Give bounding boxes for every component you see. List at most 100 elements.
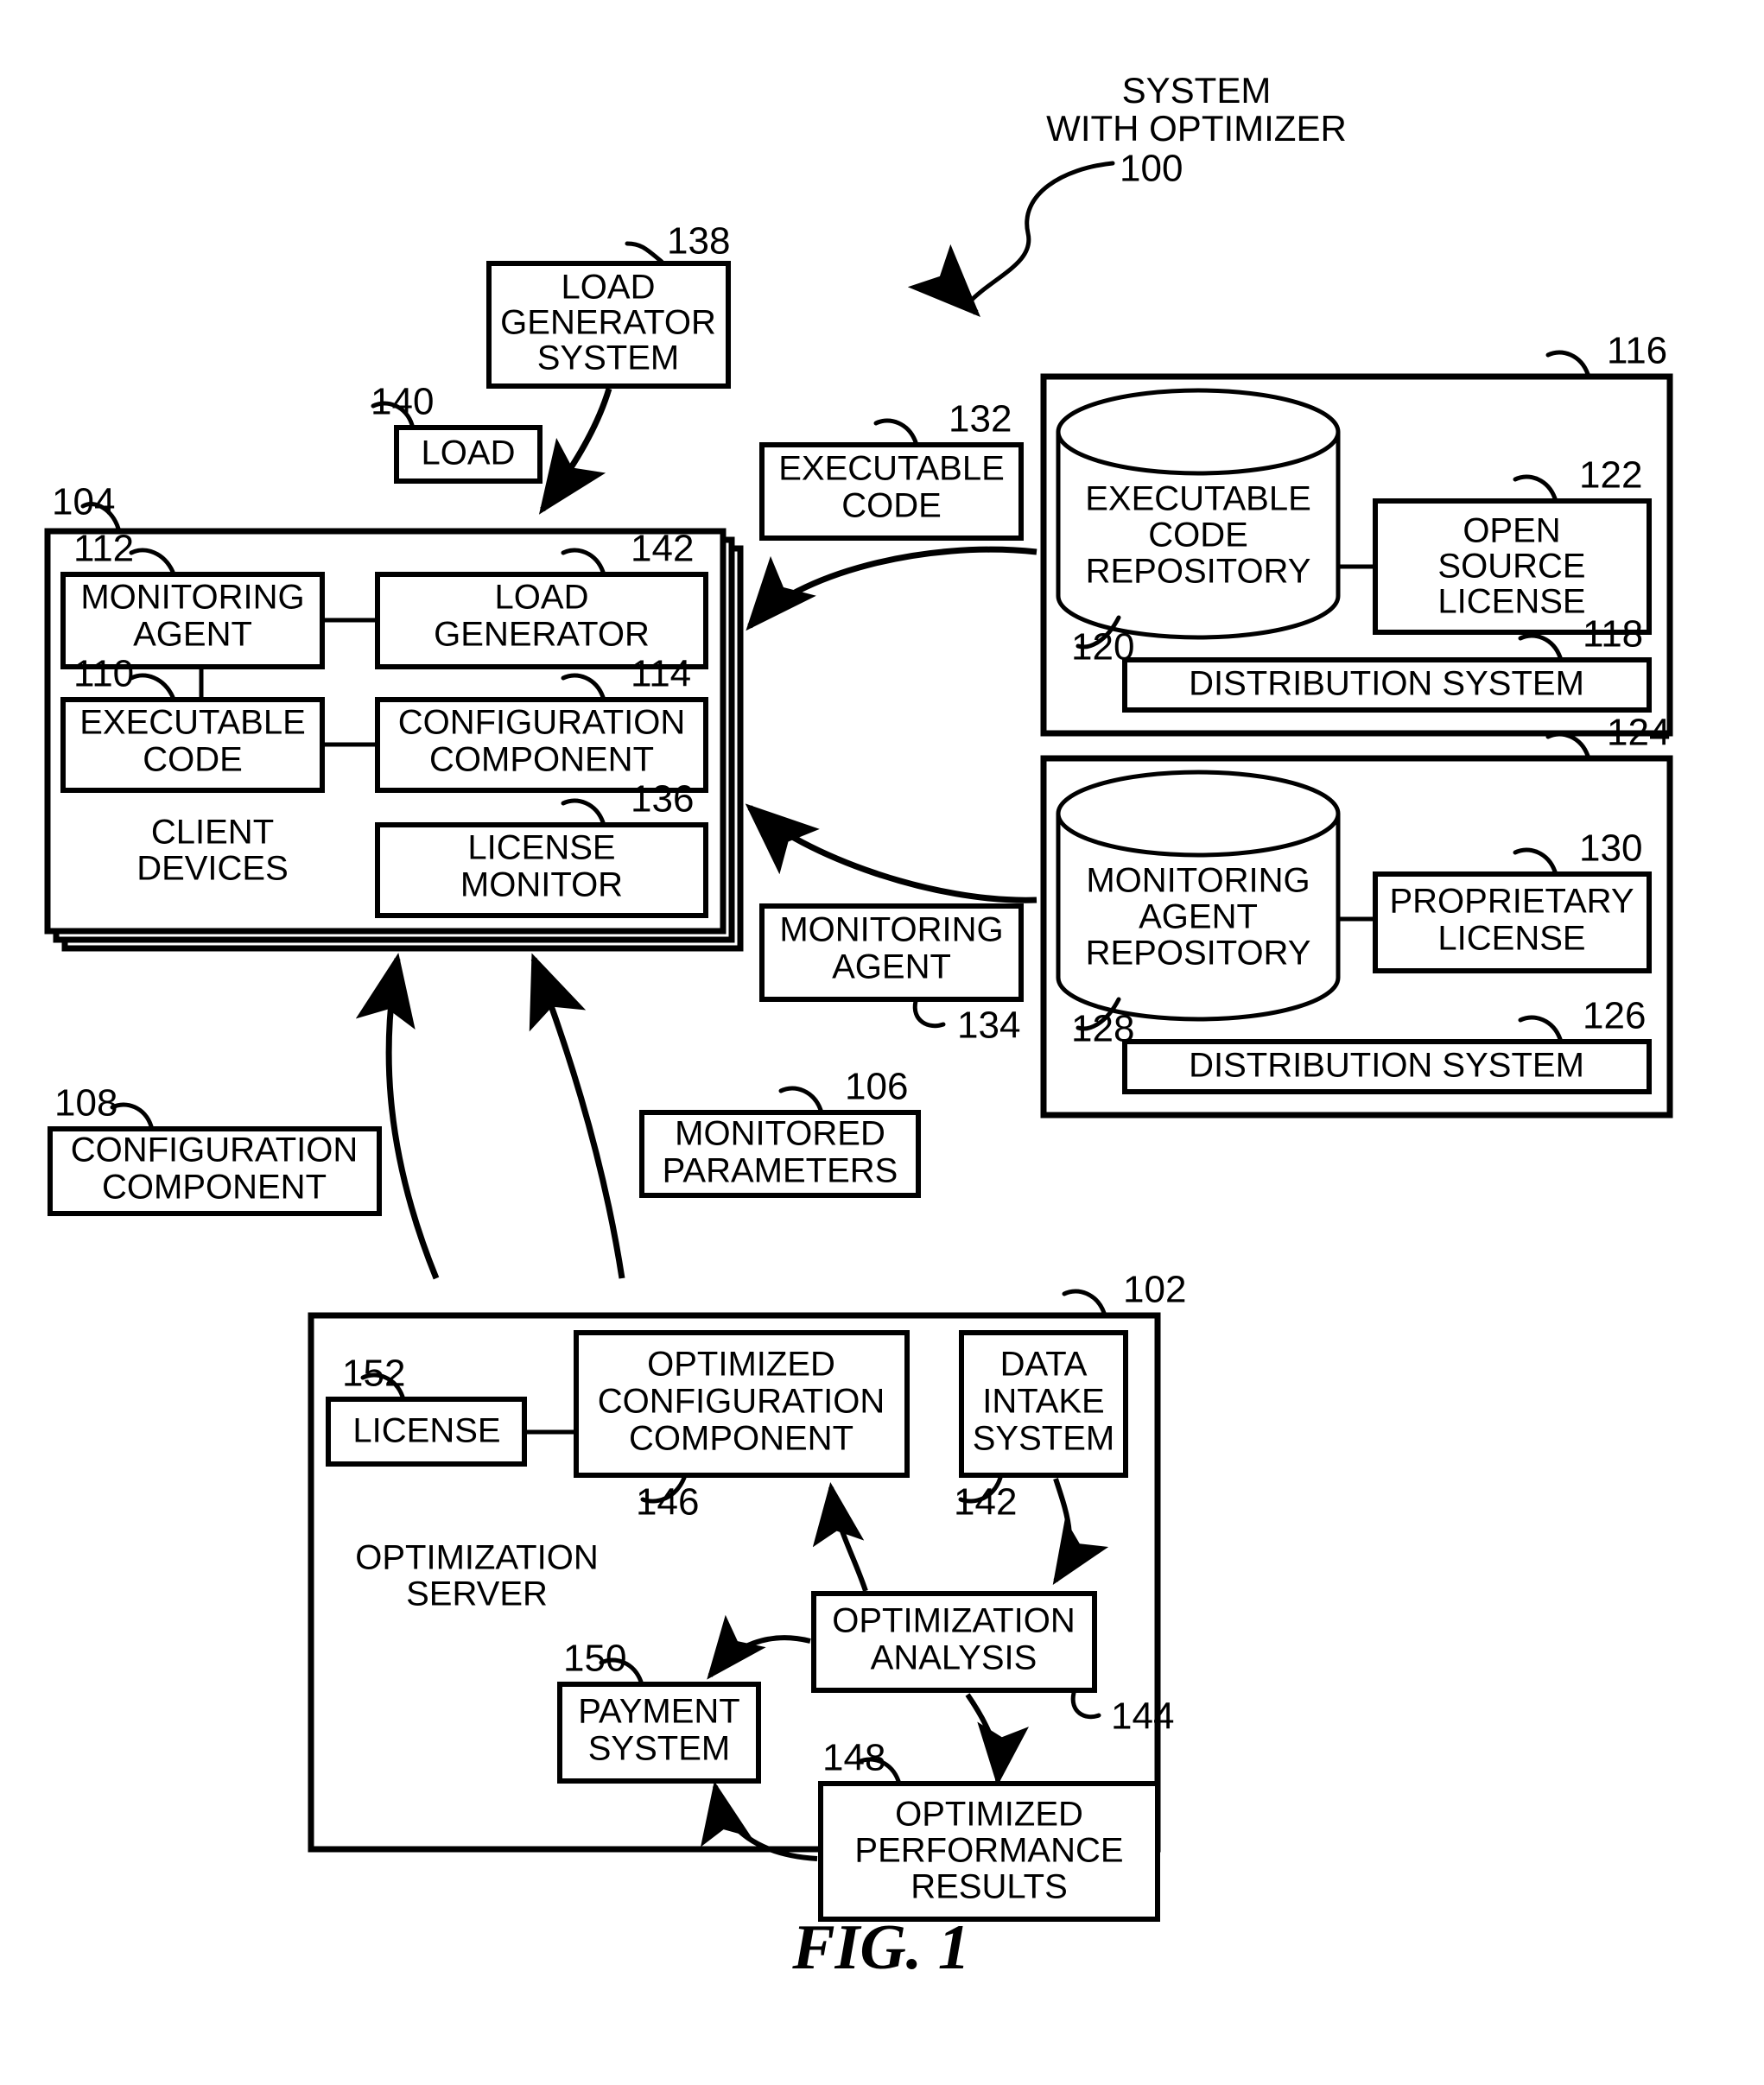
ref-140: 140 — [371, 381, 434, 423]
monitored-parameters-label-2: PARAMETERS — [663, 1152, 898, 1190]
ref-102-leader — [1062, 1289, 1107, 1315]
ref-124-leader — [1545, 732, 1590, 758]
figure-canvas: SYSTEM WITH OPTIMIZER 100 LOAD GENERATOR… — [44, 70, 1673, 1983]
monitoring-agent-repository-cylinder-top — [1056, 770, 1341, 858]
ref-142-server: 142 — [954, 1481, 1017, 1524]
monitoring-agent-repository-label-2: AGENT — [1139, 898, 1258, 936]
ref-144: 144 — [1111, 1695, 1174, 1738]
monitoring-agent-client-label-1: MONITORING — [80, 579, 304, 617]
executable-code-repository-label-3: REPOSITORY — [1086, 553, 1311, 591]
ref-134-leader — [912, 998, 946, 1029]
load-generator-system-label-3: SYSTEM — [537, 339, 679, 377]
ref-132: 132 — [949, 398, 1012, 440]
arrow-config-to-clients — [355, 953, 440, 1280]
optimized-performance-results-label-2: PERFORMANCE — [854, 1832, 1123, 1870]
executable-code-repository-label-1: EXECUTABLE — [1085, 480, 1311, 518]
ref-108: 108 — [54, 1082, 117, 1125]
ref-118: 118 — [1583, 613, 1643, 656]
ref-134: 134 — [957, 1004, 1020, 1047]
ref-138: 138 — [667, 220, 730, 263]
ref-148: 148 — [822, 1737, 885, 1779]
optimized-performance-results-label-1: OPTIMIZED — [895, 1796, 1083, 1834]
ref-106: 106 — [845, 1066, 908, 1108]
executable-code-repository-label-2: CODE — [1148, 516, 1248, 555]
ref-116-leader — [1545, 350, 1590, 377]
open-source-license-label-2: SOURCE — [1437, 548, 1585, 586]
ref-108-leader — [110, 1102, 154, 1129]
distribution-system-code-label: DISTRIBUTION SYSTEM — [1189, 665, 1584, 703]
ref-112: 112 — [73, 528, 134, 570]
monitoring-agent-client-label-2: AGENT — [133, 616, 252, 654]
optimized-configuration-component-label-3: COMPONENT — [629, 1420, 853, 1458]
configuration-component-transfer-label-1: CONFIGURATION — [71, 1131, 359, 1169]
load-generator-system-label-1: LOAD — [562, 269, 656, 307]
executable-code-transfer-label-1: EXECUTABLE — [778, 450, 1005, 488]
ref-102: 102 — [1123, 1269, 1186, 1311]
ref-104: 104 — [52, 481, 115, 523]
figure-caption: FIG. 1 — [791, 1912, 970, 1983]
monitoring-agent-repository-label-1: MONITORING — [1086, 862, 1310, 900]
ref-142-client: 142 — [631, 528, 694, 570]
optimization-analysis-label-1: OPTIMIZATION — [832, 1602, 1075, 1640]
ref-122: 122 — [1579, 454, 1642, 497]
monitored-parameters-label-1: MONITORED — [675, 1115, 885, 1153]
optimization-server-label-2: SERVER — [406, 1575, 548, 1613]
arrow-params-to-clients — [529, 953, 625, 1279]
optimized-configuration-component-label-2: CONFIGURATION — [598, 1383, 885, 1421]
data-intake-system-label-3: SYSTEM — [973, 1420, 1114, 1458]
open-source-license-label-1: OPEN — [1463, 512, 1560, 550]
ref-152: 152 — [342, 1353, 405, 1395]
configuration-component-client-label-1: CONFIGURATION — [398, 704, 686, 742]
ref-114: 114 — [631, 653, 691, 695]
executable-code-client-label-1: EXECUTABLE — [79, 704, 306, 742]
ref-124: 124 — [1607, 712, 1670, 754]
figure-title-line1: SYSTEM — [1122, 70, 1272, 111]
client-devices-label-2: DEVICES — [136, 850, 289, 888]
data-intake-system-label-1: DATA — [1000, 1346, 1088, 1384]
ref-116: 116 — [1607, 330, 1667, 372]
monitoring-agent-repository-label-3: REPOSITORY — [1086, 935, 1311, 973]
arrow-loadgen-to-clients — [538, 387, 612, 515]
ref-138-leader — [625, 241, 664, 264]
optimization-analysis-label-2: ANALYSIS — [871, 1639, 1037, 1677]
configuration-component-transfer-label-2: COMPONENT — [102, 1169, 327, 1207]
client-devices-label-1: CLIENT — [151, 814, 274, 852]
license-monitor-label-1: LICENSE — [467, 829, 615, 867]
payment-system-label-1: PAYMENT — [578, 1693, 739, 1731]
title-leader-arrow — [907, 244, 980, 317]
executable-code-transfer-label-2: CODE — [841, 487, 942, 525]
proprietary-license-label-2: LICENSE — [1437, 920, 1585, 958]
license-monitor-label-2: MONITOR — [460, 866, 623, 904]
monitoring-agent-transfer-label-1: MONITORING — [779, 911, 1003, 949]
load-generator-client-label-1: LOAD — [495, 579, 589, 617]
load-generator-client-label-2: GENERATOR — [434, 616, 650, 654]
title-leader-line — [965, 161, 1115, 307]
executable-code-client-label-2: CODE — [143, 741, 243, 779]
load-label: LOAD — [422, 434, 516, 472]
data-intake-system-label-2: INTAKE — [982, 1383, 1105, 1421]
ref-146: 146 — [636, 1481, 699, 1524]
ref-132-leader — [873, 418, 918, 445]
license-server-label: LICENSE — [352, 1412, 500, 1450]
arrow-coderepo-to-clients — [746, 546, 1037, 631]
figure-title-ref: 100 — [1120, 148, 1183, 190]
ref-110: 110 — [73, 653, 134, 695]
ref-136: 136 — [631, 778, 694, 821]
monitoring-agent-transfer-label-2: AGENT — [832, 948, 951, 986]
ref-106-leader — [778, 1086, 823, 1112]
configuration-component-client-label-2: COMPONENT — [429, 741, 654, 779]
load-generator-system-label-2: GENERATOR — [500, 304, 716, 342]
executable-code-repository-cylinder-top — [1056, 388, 1341, 476]
ref-126: 126 — [1583, 995, 1646, 1037]
distribution-system-agent-label: DISTRIBUTION SYSTEM — [1189, 1047, 1584, 1085]
ref-150: 150 — [563, 1638, 626, 1680]
patent-figure-page: SYSTEM WITH OPTIMIZER 100 LOAD GENERATOR… — [0, 0, 1764, 2085]
optimization-server-label-1: OPTIMIZATION — [355, 1539, 598, 1577]
optimized-performance-results-label-3: RESULTS — [911, 1868, 1068, 1906]
ref-130: 130 — [1579, 827, 1642, 870]
figure-title-line2: WITH OPTIMIZER — [1046, 108, 1347, 149]
open-source-license-label-3: LICENSE — [1437, 583, 1585, 621]
arrow-agentrepo-to-clients — [745, 803, 1037, 903]
proprietary-license-label-1: PROPRIETARY — [1389, 883, 1634, 921]
optimized-configuration-component-label-1: OPTIMIZED — [647, 1346, 835, 1384]
